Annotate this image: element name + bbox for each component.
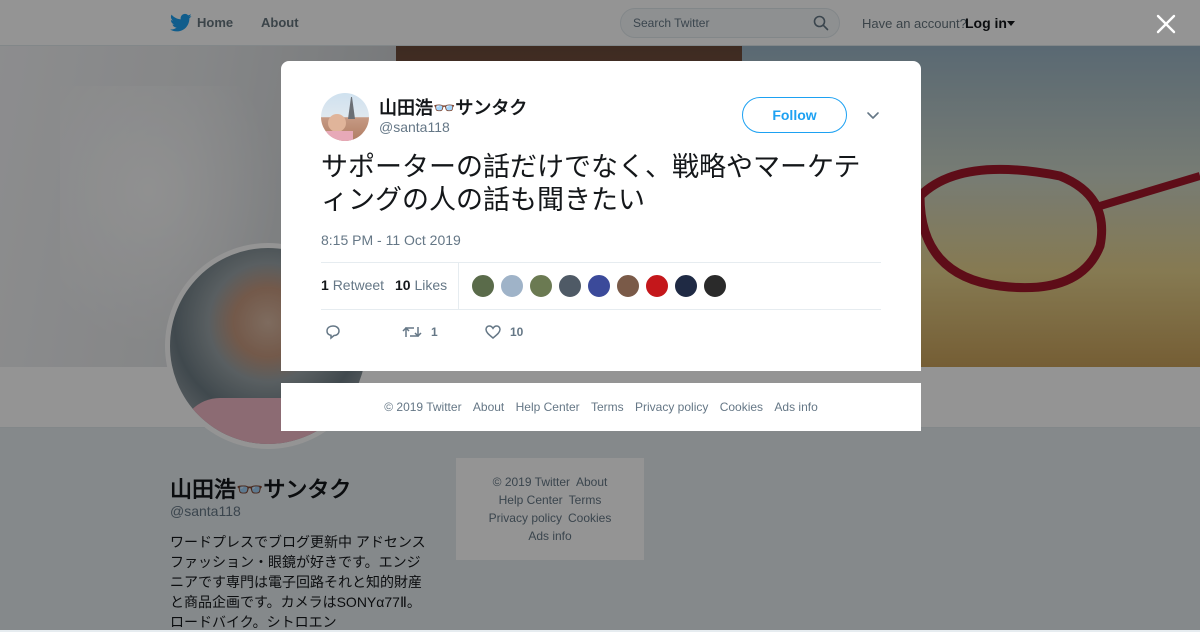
follow-button[interactable]: Follow bbox=[742, 97, 847, 133]
liker-avatar[interactable] bbox=[703, 274, 727, 298]
tweet-text: サポーターの話だけでなく、戦略やマーケティングの人の話も聞きたい bbox=[321, 152, 861, 215]
tweet-author-avatar[interactable] bbox=[321, 93, 369, 141]
liker-avatar[interactable] bbox=[616, 274, 640, 298]
divider bbox=[321, 309, 881, 310]
chevron-down-icon[interactable] bbox=[866, 109, 880, 123]
footer-ads-link[interactable]: Ads info bbox=[774, 400, 817, 414]
retweet-action-count: 1 bbox=[431, 325, 438, 339]
heart-icon bbox=[485, 325, 501, 339]
footer-privacy-link[interactable]: Privacy policy bbox=[635, 400, 708, 414]
retweet-label: Retweet bbox=[332, 277, 385, 293]
liker-avatar[interactable] bbox=[645, 274, 669, 298]
reply-icon bbox=[326, 325, 340, 340]
like-stat[interactable]: 10 Likes bbox=[395, 277, 447, 293]
like-button[interactable]: 10 bbox=[484, 323, 544, 341]
reply-button[interactable] bbox=[324, 323, 354, 341]
liker-avatar[interactable] bbox=[558, 274, 582, 298]
footer-terms-link[interactable]: Terms bbox=[591, 400, 624, 414]
liker-avatar[interactable] bbox=[674, 274, 698, 298]
retweet-icon bbox=[402, 326, 422, 338]
liker-avatar[interactable] bbox=[587, 274, 611, 298]
liker-avatar[interactable] bbox=[500, 274, 524, 298]
footer-help-link[interactable]: Help Center bbox=[516, 400, 580, 414]
retweet-button[interactable]: 1 bbox=[402, 323, 452, 341]
divider bbox=[321, 262, 881, 263]
liker-avatar[interactable] bbox=[471, 274, 495, 298]
tweet-timestamp[interactable]: 8:15 PM - 11 Oct 2019 bbox=[321, 232, 461, 248]
modal-footer: © 2019 Twitter About Help Center Terms P… bbox=[281, 383, 921, 431]
liker-avatar[interactable] bbox=[529, 274, 553, 298]
footer-copyright: © 2019 Twitter bbox=[384, 400, 462, 414]
close-icon[interactable] bbox=[1156, 14, 1176, 34]
footer-about-link[interactable]: About bbox=[473, 400, 504, 414]
tweet-author-handle[interactable]: @santa118 bbox=[379, 119, 450, 135]
footer-cookies-link[interactable]: Cookies bbox=[720, 400, 763, 414]
like-action-count: 10 bbox=[510, 325, 524, 339]
divider bbox=[458, 263, 459, 309]
retweet-count: 1 bbox=[321, 277, 329, 293]
tweet-author-name[interactable]: 山田浩👓サンタク bbox=[379, 94, 527, 120]
tweet-modal: 山田浩👓サンタク @santa118 Follow サポーターの話だけでなく、戦… bbox=[281, 61, 921, 371]
like-label: Likes bbox=[414, 277, 448, 293]
retweet-stat[interactable]: 1 Retweet bbox=[321, 277, 384, 293]
like-count: 10 bbox=[395, 277, 411, 293]
